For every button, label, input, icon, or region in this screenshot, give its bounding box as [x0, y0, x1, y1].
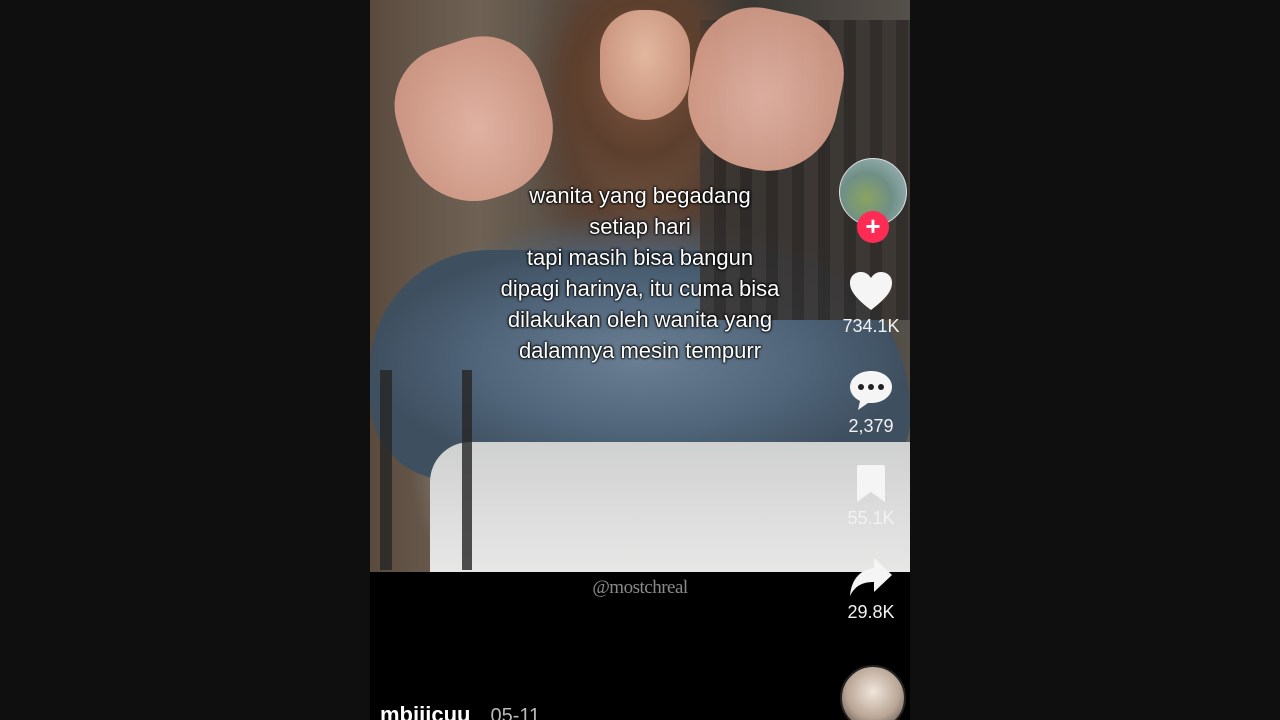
music-disc-avatar[interactable]: [840, 665, 906, 720]
caption-line: dilakukan oleh wanita yang: [507, 307, 773, 332]
heart-icon: [850, 272, 892, 310]
like-button[interactable]: 734.1K: [835, 270, 907, 337]
author-username[interactable]: mbiiicuu: [380, 702, 470, 720]
follow-plus-icon[interactable]: +: [857, 211, 889, 243]
video-watermark: @mostchreal: [592, 577, 688, 598]
video-scene-face: [600, 10, 690, 120]
caption-line: dalamnya mesin tempurr: [518, 338, 762, 363]
bookmark-count: 55.1K: [847, 508, 895, 528]
author-info: mbiiicuu 05-11: [380, 702, 540, 720]
video-scene-table: [380, 370, 472, 570]
creator-avatar-group[interactable]: +: [837, 158, 907, 244]
bookmark-button[interactable]: 55.1K: [835, 464, 907, 529]
app-background: wanita yang begadang setiap hari tapi ma…: [0, 0, 1280, 720]
caption-line: tapi masih bisa bangun: [526, 245, 754, 270]
like-count: 734.1K: [842, 316, 900, 336]
share-button[interactable]: 29.8K: [835, 556, 907, 623]
video-caption: wanita yang begadang setiap hari tapi ma…: [440, 180, 840, 366]
video-player[interactable]: wanita yang begadang setiap hari tapi ma…: [370, 0, 910, 720]
post-date: 05-11: [490, 705, 541, 720]
comment-count: 2,379: [848, 416, 894, 436]
caption-line: dipagi harinya, itu cuma bisa: [500, 276, 780, 301]
share-icon: [850, 558, 892, 596]
comment-icon: [850, 371, 892, 410]
caption-line: setiap hari: [589, 214, 691, 239]
share-count: 29.8K: [847, 602, 895, 622]
video-frame[interactable]: wanita yang begadang setiap hari tapi ma…: [370, 0, 910, 572]
bookmark-icon: [857, 465, 885, 502]
comment-button[interactable]: 2,379: [835, 368, 907, 437]
caption-line: wanita yang begadang: [529, 183, 751, 208]
